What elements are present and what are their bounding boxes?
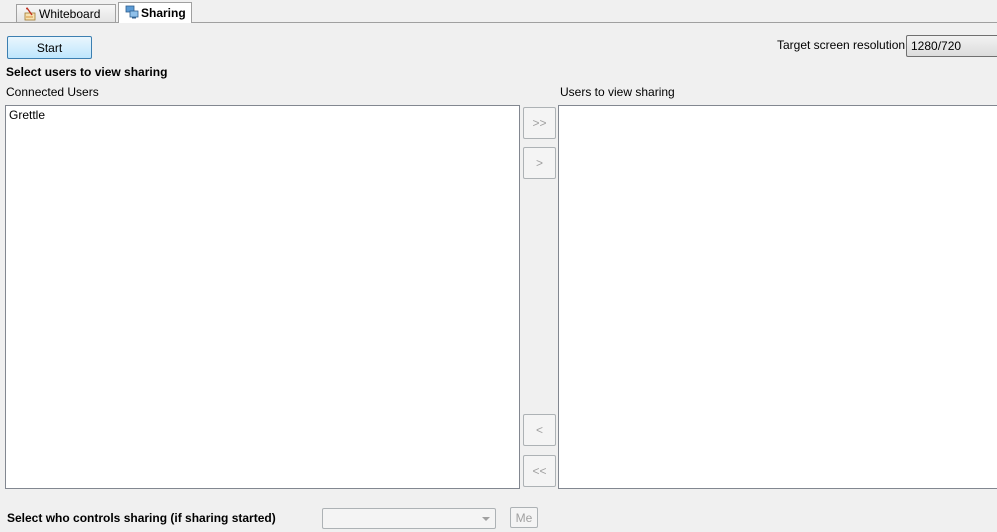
move-all-right-label: >> xyxy=(532,116,547,130)
tab-strip: Whiteboard Sharing xyxy=(0,0,997,24)
move-right-button[interactable]: > xyxy=(523,147,556,179)
list-item[interactable]: Grettle xyxy=(6,106,519,124)
tab-sharing-label: Sharing xyxy=(141,6,186,20)
viewers-label: Users to view sharing xyxy=(560,85,675,99)
select-users-heading: Select users to view sharing xyxy=(6,65,168,79)
target-resolution-label: Target screen resolution xyxy=(777,38,906,52)
whiteboard-icon xyxy=(23,7,37,21)
start-button-label: Start xyxy=(36,40,63,55)
tab-sharing[interactable]: Sharing xyxy=(118,2,192,23)
target-resolution-select[interactable]: 1280/720 xyxy=(906,35,997,57)
me-button-label: Me xyxy=(515,510,533,525)
screen-share-icon xyxy=(125,5,139,19)
move-left-button[interactable]: < xyxy=(523,414,556,446)
tab-whiteboard[interactable]: Whiteboard xyxy=(16,4,116,22)
sharing-window: Whiteboard Sharing Start Target screen r… xyxy=(0,0,997,532)
tab-whiteboard-label: Whiteboard xyxy=(39,6,101,21)
target-resolution-value: 1280/720 xyxy=(911,39,962,53)
move-all-right-button[interactable]: >> xyxy=(523,107,556,139)
sharing-controller-select[interactable] xyxy=(322,508,496,529)
chevron-down-icon xyxy=(482,517,490,521)
sharing-controller-label: Select who controls sharing (if sharing … xyxy=(7,511,276,525)
connected-users-label: Connected Users xyxy=(6,85,99,99)
move-left-label: < xyxy=(535,423,543,437)
move-all-left-button[interactable]: << xyxy=(523,455,556,487)
start-button[interactable]: Start xyxy=(7,36,92,59)
viewers-list[interactable] xyxy=(558,105,997,489)
move-right-label: > xyxy=(535,156,543,170)
me-button[interactable]: Me xyxy=(510,507,538,528)
connected-users-list[interactable]: Grettle xyxy=(5,105,520,489)
move-all-left-label: << xyxy=(532,464,547,478)
